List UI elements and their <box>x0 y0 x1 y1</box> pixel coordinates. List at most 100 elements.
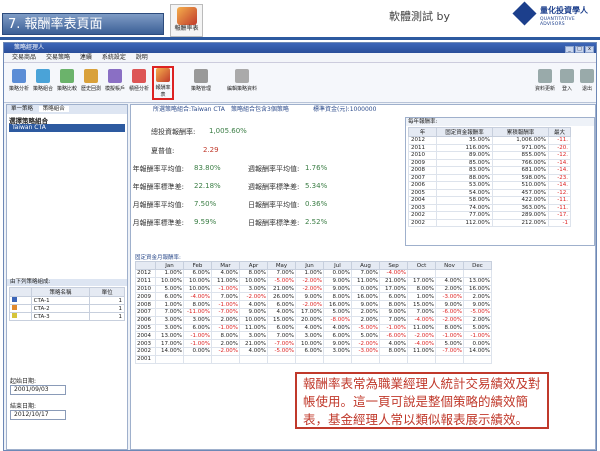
col-header: Dec <box>463 261 492 270</box>
table-row[interactable]: 2001 <box>135 354 492 364</box>
table-row[interactable]: CTA-3 1 <box>9 312 125 321</box>
table-cell: 35.00% <box>436 136 493 145</box>
table-cell: 9.00% <box>379 307 408 317</box>
table-row[interactable]: 2008 1.00% 8.00% -1.00% 4.00% 6.00% -2.00% 16.0… <box>135 300 492 309</box>
compare-button[interactable]: 策略比較 <box>56 69 78 92</box>
tab-single-strategy[interactable]: 單一策略 <box>7 106 37 112</box>
metric-label: 總投資報酬率: <box>151 128 196 136</box>
table-row[interactable]: 2007 7.00% -11.00% -7.00% 9.00% 4.00% 17.00% 5.… <box>135 307 492 317</box>
tab-portfolio[interactable]: 策略組合 <box>38 106 69 112</box>
table-cell <box>155 354 184 364</box>
table-cell: 6.00% <box>295 346 324 356</box>
table-row[interactable]: 2012 35.00% 1,006.00% -11. <box>408 136 571 145</box>
week-avg-value: 1.76% <box>305 164 328 172</box>
table-row[interactable]: CTA-2 1 <box>9 304 125 313</box>
table-cell: 11.00% <box>407 346 436 356</box>
report-table-button[interactable]: 報酬率表 <box>152 66 174 100</box>
table-cell: -11. <box>548 196 571 205</box>
table-cell: 289.00% <box>492 211 549 220</box>
table-row[interactable]: 2006 53.00% 510.00% -14. <box>408 181 571 190</box>
sharpe-value: 2.29 <box>203 146 219 154</box>
portfolio-button[interactable]: 策略組合 <box>32 69 54 92</box>
table-cell: 2006 <box>408 181 437 190</box>
table-row[interactable]: 2002 112.00% 212.00% -1 <box>408 218 571 227</box>
table-cell: 3.00% <box>183 315 212 325</box>
table-cell: -4.00% <box>407 315 436 325</box>
table-cell: 10.00% <box>239 315 268 325</box>
table-row[interactable]: 2004 13.00% -1.00% 8.00% 3.00% 7.00% 3.00% 6.00… <box>135 331 492 341</box>
table-cell: -7.00% <box>267 339 296 348</box>
table-cell <box>463 354 492 364</box>
aggressive-analysis-button[interactable]: 積極分析 <box>128 69 150 92</box>
table-row[interactable]: 2008 83.00% 681.00% -14. <box>408 166 571 175</box>
table-row[interactable]: 2003 74.00% 363.00% -11. <box>408 203 571 212</box>
table-row[interactable]: 2004 58.00% 422.00% -11. <box>408 196 571 205</box>
simulate-button[interactable]: 模擬帳戶 <box>104 69 126 92</box>
table-cell: 1.00% <box>155 269 184 278</box>
yearly-return-panel: 每年報酬率: 年固定資金報酬率 累積報酬率 最大 2012 35.00% 1,006.0… <box>405 117 595 246</box>
table-cell: -5.00% <box>267 346 296 356</box>
start-date-field[interactable]: 2001/09/03 <box>10 385 66 395</box>
table-cell: 4.00% <box>267 307 296 317</box>
minimize-icon[interactable]: _ <box>565 46 574 53</box>
table-cell: 16.00% <box>323 300 352 309</box>
table-cell: -4.00% <box>379 269 408 278</box>
data-update-button[interactable]: 資料更新 <box>534 69 556 92</box>
table-cell: -11. <box>548 136 571 145</box>
menu-item[interactable]: 系統設定 <box>102 54 126 61</box>
menu-item[interactable]: 說明 <box>136 54 148 61</box>
end-date-field[interactable]: 2012/10/17 <box>10 410 66 420</box>
table-row[interactable]: 2007 88.00% 598.00% -23. <box>408 173 571 182</box>
edit-strategy-button[interactable]: 編輯策略資料 <box>222 69 262 92</box>
table-cell: 2011 <box>135 276 156 286</box>
table-cell: -12. <box>548 188 571 197</box>
tree-item-selected[interactable]: Taiwan CTA <box>9 124 125 132</box>
table-cell: 6.00% <box>155 292 184 302</box>
table-cell: 54.00% <box>436 188 493 197</box>
table-row[interactable]: 2012 1.00% 6.00% 4.00% 8.00% 7.00% 1.00% 0.00% 7… <box>135 269 492 278</box>
table-row[interactable]: 2009 6.00% -4.00% 7.00% -2.00% 26.00% 9.00% 8.0… <box>135 292 492 302</box>
table-cell: 8.00% <box>407 284 436 294</box>
yearly-title: 每年報酬率: <box>406 118 594 126</box>
table-row[interactable]: 2009 85.00% 766.00% -14. <box>408 158 571 167</box>
start-date-label: 起始日期: <box>10 378 37 385</box>
table-row[interactable]: 2010 89.00% 855.00% -12. <box>408 151 571 160</box>
strategy-manage-button[interactable]: 策略管理 <box>184 69 218 92</box>
table-cell: 9.00% <box>323 276 352 286</box>
table-row[interactable]: 2011 10.00% 10.00% 11.00% 10.00% -5.00% -2.00%… <box>135 276 492 286</box>
report-icon-badge: 報酬率表 <box>170 4 203 37</box>
metric-label: 日報酬率標準差: <box>248 219 300 227</box>
menu-item[interactable]: 交易策略 <box>46 54 70 61</box>
table-cell <box>323 354 352 364</box>
table-cell: 10.00% <box>183 284 212 294</box>
table-row[interactable]: 2006 3.00% 3.00% 2.00% 10.00% 15.00% 20.00% -8.… <box>135 315 492 325</box>
table-row[interactable]: 2005 54.00% 457.00% -12. <box>408 188 571 197</box>
left-panel: 單一策略 策略組合 選擇策略組合 Taiwan CTA 由下列策略組成: 策略名… <box>6 104 128 450</box>
table-cell: 13.00% <box>155 331 184 341</box>
close-icon[interactable]: x <box>585 46 594 53</box>
table-cell: 9.00% <box>351 300 380 309</box>
backtest-button[interactable]: 歷史回測 <box>80 69 102 92</box>
col-header: 策略名稱 <box>30 287 91 297</box>
exit-button[interactable]: 退出 <box>576 69 598 92</box>
strategy-analysis-button[interactable]: 策略分析 <box>8 69 30 92</box>
table-cell: 14.00% <box>463 346 492 356</box>
table-row[interactable]: 2003 17.00% -1.00% 2.00% 21.00% -7.00% 10.00% 9… <box>135 339 492 348</box>
table-row[interactable]: 2005 3.00% 6.00% -1.00% 11.00% 6.00% 4.00% 4.00… <box>135 323 492 333</box>
col-header: 累積報酬率 <box>492 127 549 137</box>
maximize-icon[interactable]: □ <box>575 46 584 53</box>
table-row[interactable]: 2002 14.00% 0.00% -2.00% 4.00% -5.00% 6.00% 3.0… <box>135 346 492 356</box>
table-row[interactable]: CTA-1 1 <box>9 296 125 305</box>
table-row[interactable]: 2002 77.00% 289.00% -17. <box>408 211 571 220</box>
menu-item[interactable]: 交易商品 <box>12 54 36 61</box>
table-row[interactable]: 2010 5.00% 10.00% -1.00% 3.00% 21.00% -2.00% 9.… <box>135 284 492 294</box>
table-cell: -7.00% <box>211 307 240 317</box>
week-std-value: 5.34% <box>305 182 328 190</box>
menu-item[interactable]: 連續 <box>80 54 92 61</box>
table-cell: 2.00% <box>351 315 380 325</box>
table-cell <box>211 354 240 364</box>
table-cell: 8.00% <box>379 346 408 356</box>
login-button[interactable]: 登入 <box>556 69 578 92</box>
table-cell: -2.00% <box>351 339 380 348</box>
table-row[interactable]: 2011 116.00% 971.00% -20. <box>408 143 571 152</box>
